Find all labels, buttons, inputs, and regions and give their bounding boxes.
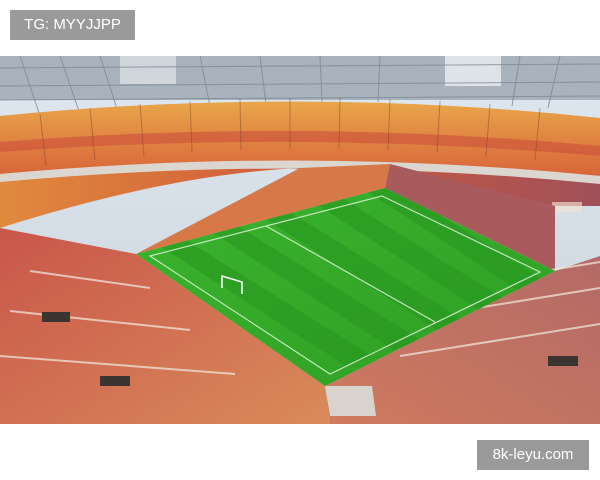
stadium-photo (0, 56, 600, 424)
tag-label: TG: MYYJJPP (10, 10, 135, 40)
watermark-label: 8k-leyu.com (477, 440, 589, 470)
